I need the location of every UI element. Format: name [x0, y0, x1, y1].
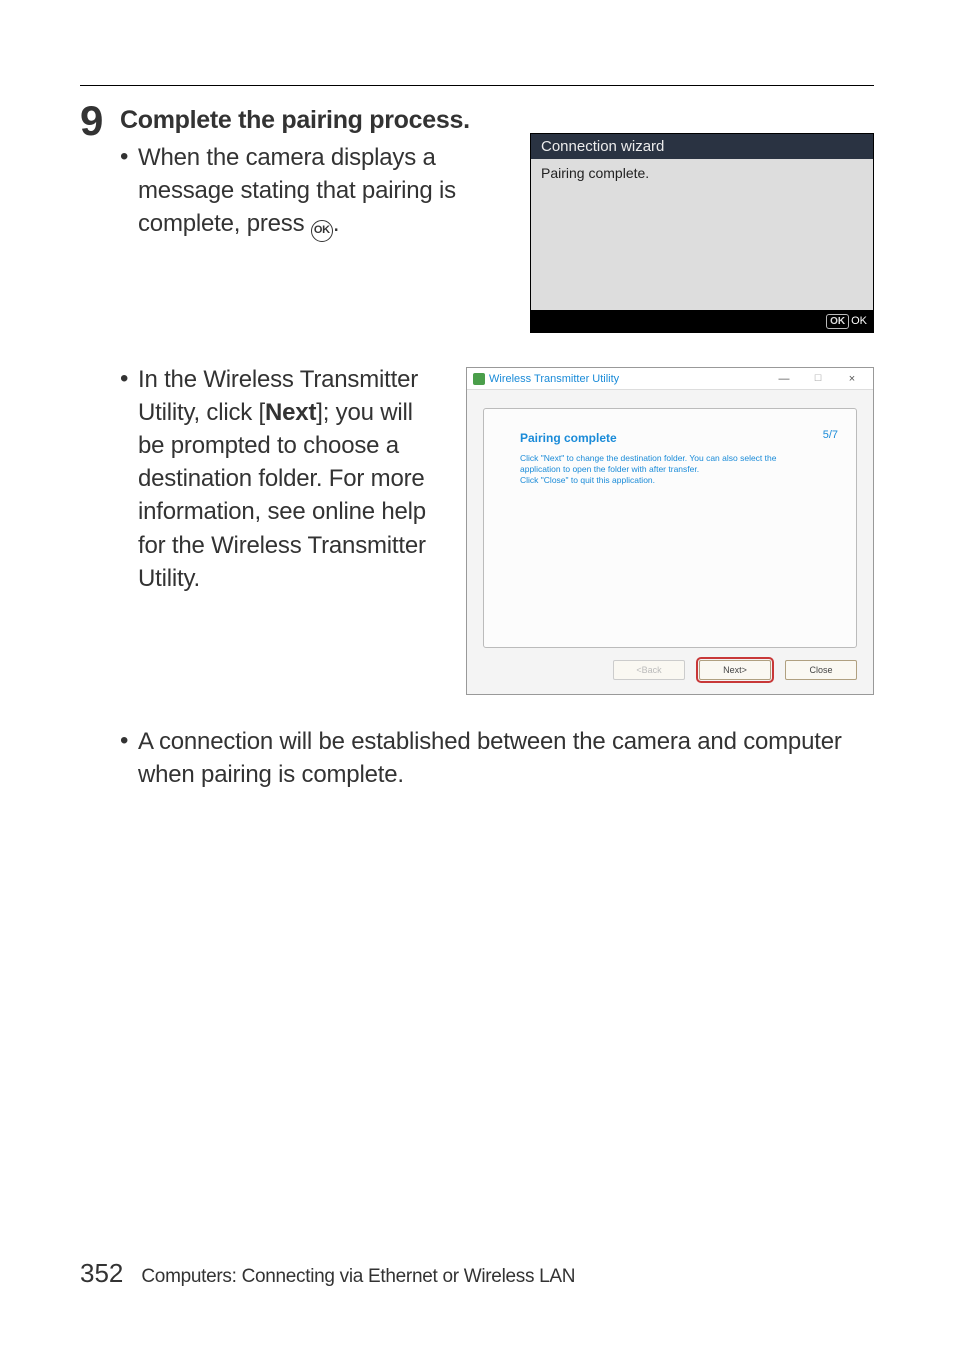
bullet3-row: • A connection will be established betwe…: [120, 725, 874, 791]
bullet1-text: When the camera displays a message stati…: [138, 141, 516, 242]
camera-footer: OK OK: [531, 310, 873, 332]
camera-ok-box: OK: [826, 314, 849, 329]
bullet2-post: ]; you will be prompted to choose a dest…: [138, 399, 426, 592]
close-button[interactable]: Close: [785, 660, 857, 680]
bullet3-text: A connection will be established between…: [138, 725, 874, 791]
minimize-icon[interactable]: —: [769, 373, 799, 385]
utility-titlebar: Wireless Transmitter Utility — ☐ ×: [467, 368, 873, 390]
utility-panel-heading: Pairing complete: [520, 431, 836, 445]
section-title: Computers: Connecting via Ethernet or Wi…: [141, 1266, 575, 1288]
bullet2-container: • In the Wireless Transmitter Utility, c…: [120, 363, 442, 595]
next-button[interactable]: Next>: [699, 660, 771, 680]
utility-body: 5/7 Pairing complete Click "Next" to cha…: [467, 390, 873, 694]
bullet1-pre: When the camera displays a message stati…: [138, 144, 456, 237]
first-bullet-block: • When the camera displays a message sta…: [120, 141, 874, 333]
utility-buttons: <Back Next> Close: [483, 660, 857, 680]
utility-desc-line3: Click "Close" to quit this application.: [520, 475, 836, 486]
utility-desc-line2: application to open the folder with afte…: [520, 464, 836, 475]
back-button[interactable]: <Back: [613, 660, 685, 680]
page-footer: 352 Computers: Connecting via Ethernet o…: [80, 1258, 575, 1289]
bullet2-text: In the Wireless Transmitter Utility, cli…: [138, 363, 442, 595]
third-bullet-block: • A connection will be established betwe…: [120, 725, 874, 791]
bullet2-row: • In the Wireless Transmitter Utility, c…: [120, 363, 442, 595]
step-row: 9 Complete the pairing process. • When t…: [80, 100, 874, 695]
bullet2-bold: Next: [265, 399, 316, 426]
utility-desc-line1: Click "Next" to change the destination f…: [520, 453, 836, 464]
step-content: Complete the pairing process. • When the…: [120, 100, 874, 695]
step-number: 9: [80, 100, 120, 695]
utility-panel: 5/7 Pairing complete Click "Next" to cha…: [483, 408, 857, 648]
step-heading: Complete the pairing process.: [120, 106, 874, 135]
utility-title: Wireless Transmitter Utility: [489, 373, 765, 385]
maximize-icon[interactable]: ☐: [803, 373, 833, 384]
bullet1-container: • When the camera displays a message sta…: [120, 141, 516, 242]
bullet1-post: .: [333, 210, 339, 237]
utility-step-count: 5/7: [823, 429, 838, 441]
close-icon[interactable]: ×: [837, 373, 867, 385]
utility-app-icon: [473, 373, 485, 385]
bullet-dot: •: [120, 363, 138, 395]
camera-screenshot: Connection wizard Pairing complete. OK O…: [530, 133, 874, 333]
utility-desc: Click "Next" to change the destination f…: [520, 453, 836, 486]
ok-button-icon: OK: [311, 220, 333, 242]
second-bullet-block: • In the Wireless Transmitter Utility, c…: [120, 363, 874, 695]
bullet-dot: •: [120, 141, 138, 173]
camera-titlebar: Connection wizard: [531, 134, 873, 159]
top-rule: [80, 85, 874, 86]
camera-ok-label: OK: [851, 315, 867, 327]
bullet1-row: • When the camera displays a message sta…: [120, 141, 516, 242]
utility-window: Wireless Transmitter Utility — ☐ × 5/7 P…: [466, 367, 874, 695]
page-number: 352: [80, 1258, 123, 1289]
camera-body: Pairing complete.: [531, 159, 873, 310]
bullet-dot: •: [120, 725, 138, 757]
